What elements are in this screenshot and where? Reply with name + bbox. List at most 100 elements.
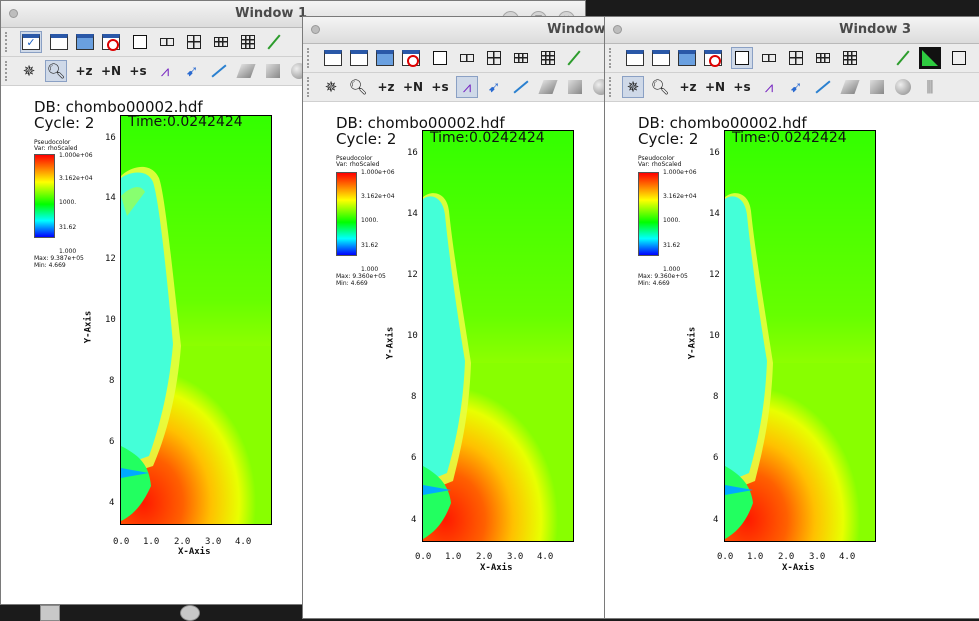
perspective-icon[interactable]: [948, 47, 970, 69]
sphere-tool-icon[interactable]: [892, 76, 914, 98]
lineout-icon[interactable]: ⩘: [456, 76, 478, 98]
line-tool-icon[interactable]: [812, 76, 834, 98]
legend-variable: Var: rhoScaled: [336, 161, 380, 168]
plane-tool-icon[interactable]: [537, 76, 559, 98]
lock-icon[interactable]: [892, 47, 914, 69]
layout-2x1-icon[interactable]: [456, 47, 478, 69]
window-menu-icon[interactable]: [613, 25, 622, 34]
new-window-icon[interactable]: [48, 31, 70, 53]
window-menu-icon[interactable]: [311, 25, 320, 34]
toolbar-grip[interactable]: [609, 48, 615, 68]
y-tick-label: 4: [411, 515, 417, 525]
layout-3x2-icon[interactable]: [510, 47, 532, 69]
time-label: Time:0.0242424: [732, 130, 847, 146]
line-tool-icon[interactable]: [510, 76, 532, 98]
navigate-icon[interactable]: ✵: [320, 76, 342, 98]
y-tick-label: 10: [407, 331, 418, 341]
lock-icon[interactable]: [563, 47, 585, 69]
plane-tool-icon[interactable]: [839, 76, 861, 98]
window-1-title: Window 1: [235, 6, 307, 21]
layout-2x1-icon[interactable]: [156, 31, 178, 53]
window-3-viewport[interactable]: DB: chombo00002.hdf Cycle: 2 Pseudocolor…: [605, 102, 979, 618]
legend-max: Max: 9.360e+05: [638, 273, 688, 280]
layout-1x1-icon[interactable]: [429, 47, 451, 69]
delete-window-icon[interactable]: [400, 47, 422, 69]
lineout-icon[interactable]: ⩘: [758, 76, 780, 98]
legend-max: Max: 9.360e+05: [336, 273, 386, 280]
zoom-icon[interactable]: 🔍︎: [347, 76, 369, 98]
y-tick-label: 6: [411, 453, 417, 463]
active-window-icon[interactable]: [322, 47, 344, 69]
layout-2x1-icon[interactable]: [758, 47, 780, 69]
viewer-window-3[interactable]: Window 3 ✵ 🔍︎ +z +N +s ⩘ ➹ ⫼ DB: chombo0…: [604, 16, 979, 619]
spreadsheet-pick-icon[interactable]: +s: [127, 60, 149, 82]
layout-2x2-icon[interactable]: [183, 31, 205, 53]
zoom-icon[interactable]: 🔍︎: [45, 60, 67, 82]
layout-2x2-icon[interactable]: [483, 47, 505, 69]
legend-tick-label: 1.000e+06: [59, 152, 93, 159]
cycle-label: Cycle: 2: [336, 130, 397, 148]
point-tool-icon[interactable]: ➹: [181, 60, 203, 82]
axis-restrict-icon[interactable]: ⫼: [919, 76, 941, 98]
window-2-viewport[interactable]: DB: chombo00002.hdf Cycle: 2 Pseudocolor…: [303, 102, 613, 618]
plane-tool-icon[interactable]: [235, 60, 257, 82]
point-tool-icon[interactable]: ➹: [785, 76, 807, 98]
viewer-window-2[interactable]: Window 2 ✵ 🔍︎ +z +N +s ⩘ ➹ DB: chombo000…: [302, 16, 614, 619]
pseudocolor-plot[interactable]: [120, 115, 272, 525]
x-tick-label: 2.0: [778, 552, 795, 562]
legend-min: Min: 4.669: [336, 280, 368, 287]
copy-window-icon[interactable]: [676, 47, 698, 69]
copy-window-icon[interactable]: [74, 31, 96, 53]
line-tool-icon[interactable]: [208, 60, 230, 82]
node-pick-icon[interactable]: +N: [402, 76, 424, 98]
navigate-icon[interactable]: ✵: [18, 60, 40, 82]
window-3-titlebar[interactable]: Window 3: [605, 17, 979, 44]
toolbar-grip[interactable]: [307, 77, 313, 97]
spreadsheet-pick-icon[interactable]: +s: [429, 76, 451, 98]
pseudocolor-plot[interactable]: [422, 130, 574, 542]
box-tool-icon[interactable]: [564, 76, 586, 98]
layout-1x1-icon[interactable]: [731, 47, 753, 69]
zoom-icon[interactable]: 🔍︎: [649, 76, 671, 98]
delete-window-icon[interactable]: [702, 47, 724, 69]
toolbar-grip[interactable]: [5, 61, 11, 81]
layout-2x2-icon[interactable]: [785, 47, 807, 69]
zone-pick-icon[interactable]: +z: [375, 76, 397, 98]
active-window-icon[interactable]: [624, 47, 646, 69]
layout-1x1-icon[interactable]: [129, 31, 151, 53]
toolbar-grip[interactable]: [307, 48, 313, 68]
point-tool-icon[interactable]: ➹: [483, 76, 505, 98]
zone-pick-label: +z: [377, 80, 395, 94]
new-window-icon[interactable]: [650, 47, 672, 69]
delete-window-icon[interactable]: [100, 31, 122, 53]
layout-3x3-icon[interactable]: [237, 31, 259, 53]
spread-pick-label: +s: [129, 64, 147, 78]
node-pick-label: +N: [704, 80, 726, 94]
new-window-icon[interactable]: [348, 47, 370, 69]
lineout-icon[interactable]: ⩘: [154, 60, 176, 82]
cycle-label: Cycle: 2: [34, 114, 95, 132]
layout-3x3-icon[interactable]: [537, 47, 559, 69]
box-tool-icon[interactable]: [262, 60, 284, 82]
pseudocolor-plot[interactable]: [724, 130, 876, 542]
lock-icon[interactable]: [263, 31, 285, 53]
navigate-icon[interactable]: ✵: [622, 76, 644, 98]
layout-3x2-icon[interactable]: [812, 47, 834, 69]
node-pick-icon[interactable]: +N: [704, 76, 726, 98]
copy-window-icon[interactable]: [374, 47, 396, 69]
invert-background-icon[interactable]: [919, 47, 941, 69]
layout-3x2-icon[interactable]: [210, 31, 232, 53]
spreadsheet-pick-icon[interactable]: +s: [731, 76, 753, 98]
y-tick-label: 4: [109, 498, 115, 508]
toolbar-grip[interactable]: [5, 32, 11, 52]
active-window-icon[interactable]: ✓: [20, 31, 42, 53]
layout-3x3-icon[interactable]: [839, 47, 861, 69]
window-2-titlebar[interactable]: Window 2: [303, 17, 613, 44]
toolbar-grip[interactable]: [609, 77, 615, 97]
time-label: Time:0.0242424: [430, 130, 545, 146]
zone-pick-icon[interactable]: +z: [677, 76, 699, 98]
window-menu-icon[interactable]: [9, 9, 18, 18]
zone-pick-icon[interactable]: +z: [73, 60, 95, 82]
box-tool-icon[interactable]: [866, 76, 888, 98]
node-pick-icon[interactable]: +N: [100, 60, 122, 82]
